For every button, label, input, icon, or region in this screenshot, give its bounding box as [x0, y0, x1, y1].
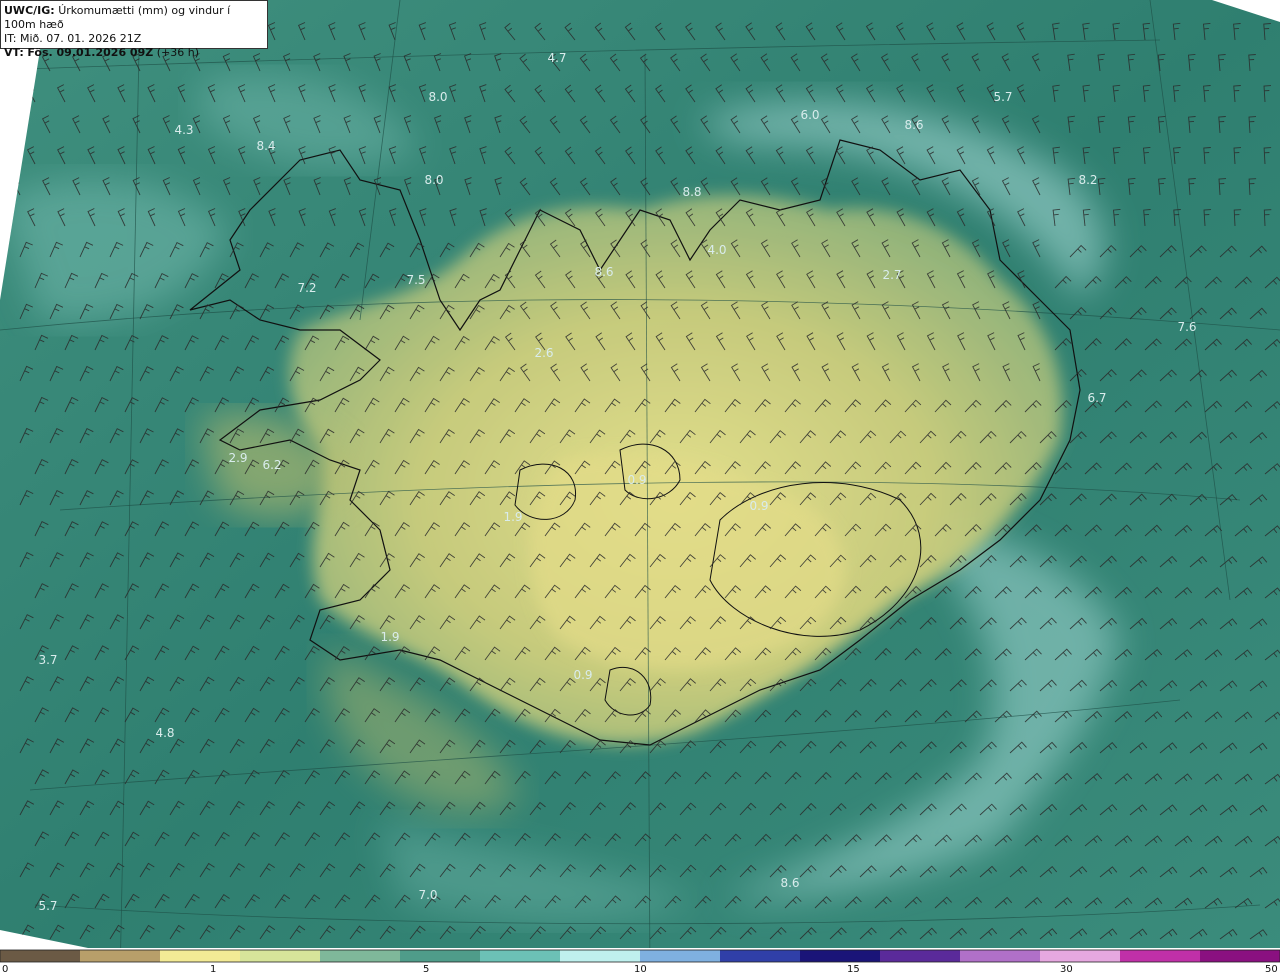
value-label: 5.7 — [993, 90, 1012, 104]
colorbar-tick-labels: 0 1 5 10 15 30 50 — [0, 962, 1280, 978]
value-label: 4.8 — [155, 726, 174, 740]
map-title-box: UWC/IG: Úrkomumætti (mm) og vindur í 100… — [0, 0, 268, 59]
forecast-map-view: 4.7 8.0 5.7 4.3 8.4 6.0 8.6 8.0 8.8 8.2 7.2 7.5 8.6 4… — [0, 0, 1280, 978]
colorbar-segment — [160, 950, 241, 962]
colorbar-tick: 50 — [1265, 964, 1278, 975]
value-label: 7.0 — [418, 888, 437, 902]
value-label: 0.9 — [749, 499, 768, 513]
value-label: 8.4 — [256, 139, 275, 153]
value-label: 2.7 — [882, 268, 901, 282]
value-label: 6.0 — [800, 108, 819, 122]
colorbar-tick: 1 — [210, 964, 217, 975]
value-label: 8.2 — [1078, 173, 1097, 187]
colorbar-segment — [960, 950, 1041, 962]
colorbar — [0, 949, 1280, 963]
wind-barb — [11, 115, 21, 134]
colorbar-segment — [800, 950, 881, 962]
colorbar-segment — [560, 950, 641, 962]
value-label: 8.6 — [904, 118, 923, 132]
value-label: 0.9 — [627, 473, 646, 487]
value-label: 8.0 — [424, 173, 443, 187]
value-label: 6.2 — [262, 458, 281, 472]
colorbar-segment — [640, 950, 721, 962]
value-label: 7.6 — [1177, 320, 1196, 334]
colorbar-tick: 0 — [2, 964, 9, 975]
value-label: 4.3 — [174, 123, 193, 137]
colorbar-tick: 15 — [847, 964, 860, 975]
colorbar-segment — [80, 950, 161, 962]
value-label: 5.7 — [38, 899, 57, 913]
value-label: 6.7 — [1087, 391, 1106, 405]
colorbar-segment — [400, 950, 481, 962]
value-label: 4.7 — [547, 51, 566, 65]
colorbar-segment — [720, 950, 801, 962]
lead-time: (+36 h) — [156, 46, 199, 59]
colorbar-tick: 5 — [423, 964, 430, 975]
model-prefix: UWC/IG: — [4, 4, 55, 17]
colorbar-segment — [320, 950, 401, 962]
value-label: 0.9 — [573, 668, 592, 682]
colorbar-segment — [880, 950, 961, 962]
model-domain: 4.7 8.0 5.7 4.3 8.4 6.0 8.6 8.0 8.8 8.2 7.2 7.5 8.6 4… — [0, 0, 1280, 948]
value-label: 4.0 — [707, 243, 726, 257]
value-label: 7.5 — [406, 273, 425, 287]
precipitation-wind-map: 4.7 8.0 5.7 4.3 8.4 6.0 8.6 8.0 8.8 8.2 7.2 7.5 8.6 4… — [0, 0, 1280, 963]
value-label: 1.9 — [503, 510, 522, 524]
initial-time: IT: Mið. 07. 01. 2026 21Z — [4, 32, 142, 45]
valid-time-line: VT: Fös. 09.01.2026 09Z (+36 h) — [4, 46, 264, 60]
value-label: 1.9 — [380, 630, 399, 644]
colorbar-segment — [0, 950, 81, 962]
valid-prefix: VT: — [4, 46, 24, 59]
title-line: UWC/IG: Úrkomumætti (mm) og vindur í 100… — [4, 4, 264, 32]
value-label: 8.6 — [594, 265, 613, 279]
value-label: 2.6 — [534, 346, 553, 360]
value-label: 7.2 — [297, 281, 316, 295]
colorbar-tick: 10 — [634, 964, 647, 975]
value-label: 8.0 — [428, 90, 447, 104]
value-label: 2.9 — [228, 451, 247, 465]
valid-time: Fös. 09.01.2026 09Z — [27, 46, 154, 59]
colorbar-tick: 30 — [1060, 964, 1073, 975]
colorbar-segment — [1200, 950, 1280, 962]
value-label: 8.8 — [682, 185, 701, 199]
value-label: 3.7 — [38, 653, 57, 667]
colorbar-segment — [480, 950, 561, 962]
colorbar-segment — [1120, 950, 1201, 962]
colorbar-segment — [240, 950, 321, 962]
colorbar-segment — [1040, 950, 1121, 962]
value-label: 8.6 — [780, 876, 799, 890]
